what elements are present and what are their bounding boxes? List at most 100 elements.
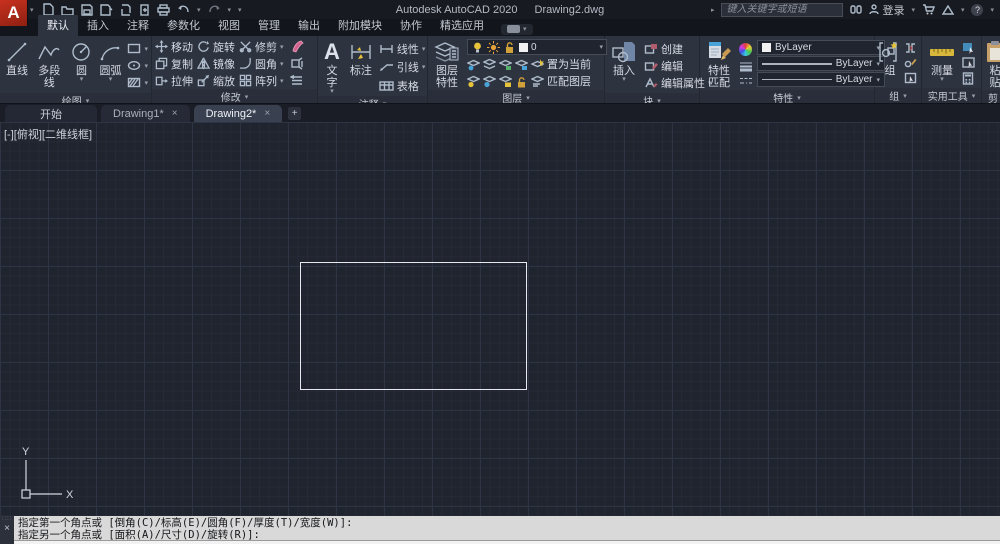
set-current-button[interactable]: 置为当前 [547, 56, 591, 73]
explode-button[interactable] [290, 55, 304, 72]
group-edit-icon[interactable] [904, 57, 917, 69]
fillet-button[interactable]: 圆角 ▾ [239, 55, 284, 72]
ellipse-button[interactable]: ▾ [127, 57, 148, 74]
erase-button[interactable] [290, 38, 304, 55]
measure-button[interactable]: 测量 ▾ [925, 38, 959, 88]
search-history-caret-icon[interactable]: ▸ [711, 6, 715, 14]
lineweight-dropdown[interactable]: ByLayer ▾ [757, 56, 885, 71]
array-button[interactable]: 阵列 ▾ [239, 72, 284, 89]
ungroup-icon[interactable] [904, 42, 917, 54]
quick-select-icon[interactable] [962, 42, 976, 54]
panel-label-properties[interactable]: 特性 ▾ [700, 90, 874, 103]
circle-button[interactable]: 圆 ▾ [67, 38, 95, 93]
ribbon-tab-view[interactable]: 视图 [209, 15, 249, 36]
panel-label-annotation[interactable]: 注释▾ [318, 96, 427, 103]
help-icon[interactable]: ? [971, 3, 984, 16]
command-input-row[interactable] [14, 540, 1000, 544]
leader-button[interactable]: 引线 ▾ [379, 59, 425, 76]
autodesk-app-icon[interactable] [941, 4, 954, 15]
plot-button[interactable] [157, 3, 170, 16]
paste-button[interactable]: 粘贴 [985, 38, 1000, 90]
redo-caret-icon[interactable]: ▾ [228, 6, 232, 14]
drawn-rectangle[interactable] [300, 262, 527, 390]
group-selection-icon[interactable] [904, 72, 917, 84]
match-layer-button[interactable]: 匹配图层 [547, 73, 591, 90]
ribbon-tab-annotate[interactable]: 注释 [118, 15, 158, 36]
open-file-button[interactable] [61, 4, 74, 16]
line-button[interactable]: 直线 [3, 38, 31, 93]
quick-calc-icon[interactable] [962, 71, 974, 85]
insert-block-button[interactable]: 插入 ▾ [608, 38, 640, 93]
layer-tool-icon[interactable] [483, 58, 496, 71]
overkill-button[interactable] [289, 72, 304, 89]
drawing-canvas[interactable]: [-][俯视][二维线框] Y X [0, 122, 1000, 516]
redo-button[interactable] [208, 4, 221, 15]
save-button[interactable] [81, 3, 93, 16]
app-store-cart-icon[interactable] [922, 4, 935, 15]
account-caret-icon[interactable]: ▾ [911, 6, 915, 14]
layer-tool-icon[interactable] [515, 75, 528, 88]
file-tab-start[interactable]: 开始 [5, 105, 97, 122]
match-layer-icon[interactable] [531, 75, 544, 88]
layer-tool-icon[interactable] [499, 75, 512, 88]
ribbon-tab-collaborate[interactable]: 协作 [391, 15, 431, 36]
ribbon-tab-addins[interactable]: 附加模块 [329, 15, 391, 36]
ribbon-tab-output[interactable]: 输出 [289, 15, 329, 36]
linear-dimension-button[interactable]: 线性 ▾ [379, 40, 425, 57]
linetype-dropdown[interactable]: ByLayer ▾ [757, 72, 885, 87]
copy-button[interactable]: 复制 [155, 55, 193, 72]
transfer-button[interactable] [139, 3, 150, 16]
viewport-controls[interactable]: [-][俯视][二维线框] [4, 126, 92, 142]
ribbon-tab-manage[interactable]: 管理 [249, 15, 289, 36]
layer-tool-icon[interactable] [515, 58, 528, 71]
app-caret-icon[interactable]: ▾ [961, 6, 965, 14]
ribbon-tab-featured-apps[interactable]: 精选应用 [431, 15, 493, 36]
dimension-button[interactable]: 标注 [346, 38, 376, 96]
file-tab-drawing2[interactable]: Drawing2* × [193, 105, 283, 122]
app-menu-button[interactable]: A [0, 0, 28, 26]
close-tab-icon[interactable]: × [172, 108, 178, 119]
command-line-grip[interactable]: :::: × [0, 516, 14, 544]
undo-button[interactable] [177, 4, 190, 15]
select-all-icon[interactable] [962, 56, 976, 69]
command-close-icon[interactable]: × [4, 524, 10, 534]
panel-label-block[interactable]: 块 ▾ [605, 93, 699, 103]
match-properties-button[interactable]: 特性 匹配 [703, 38, 735, 90]
publish-button[interactable] [120, 3, 132, 16]
file-tab-drawing1[interactable]: Drawing1* × [101, 105, 190, 122]
panel-label-group[interactable]: 组 ▾ [875, 88, 921, 103]
panel-label-draw[interactable]: 绘图 ▾ [0, 93, 151, 103]
panel-label-utilities[interactable]: 实用工具 ▾ [922, 88, 981, 103]
layer-tool-icon[interactable] [467, 58, 480, 71]
layer-tool-icon[interactable] [467, 75, 480, 88]
ribbon-tab-parametric[interactable]: 参数化 [158, 15, 209, 36]
ribbon-tab-insert[interactable]: 插入 [78, 15, 118, 36]
search-icon[interactable] [850, 4, 863, 15]
lineweight-icon[interactable] [739, 61, 753, 72]
color-wheel-icon[interactable] [739, 42, 752, 56]
layer-properties-button[interactable]: 图层 特性 [431, 38, 463, 90]
layer-tool-icon[interactable] [483, 75, 496, 88]
linetype-icon[interactable] [739, 77, 753, 85]
new-drawing-tab-button[interactable]: + [288, 107, 302, 120]
trim-button[interactable]: 修剪 ▾ [239, 38, 284, 55]
sign-in-button[interactable]: 登录 [869, 2, 904, 18]
stretch-button[interactable]: 拉伸 [155, 72, 193, 89]
help-caret-icon[interactable]: ▾ [990, 6, 994, 14]
connect-media-button[interactable]: ▾ [501, 24, 533, 35]
ribbon-tab-home[interactable]: 默认 [38, 15, 78, 36]
rotate-button[interactable]: 旋转 [197, 38, 235, 55]
scale-button[interactable]: 缩放 [197, 72, 235, 89]
set-current-layer-icon[interactable] [531, 58, 544, 71]
text-button[interactable]: A 文字 ▾ [321, 38, 343, 96]
undo-caret-icon[interactable]: ▾ [197, 6, 201, 14]
panel-label-layers[interactable]: 图层 ▾ [428, 90, 604, 103]
close-tab-icon[interactable]: × [264, 108, 270, 119]
save-as-button[interactable] [100, 3, 113, 16]
app-menu-caret-icon[interactable]: ▾ [30, 6, 34, 14]
rectangle-button[interactable]: ▾ [127, 40, 148, 57]
layer-dropdown[interactable]: 0 ▾ [467, 39, 607, 55]
polyline-button[interactable]: 多段线 [32, 38, 66, 93]
hatch-button[interactable]: ▾ [127, 74, 148, 91]
arc-button[interactable]: 圆弧 ▾ [96, 38, 124, 93]
